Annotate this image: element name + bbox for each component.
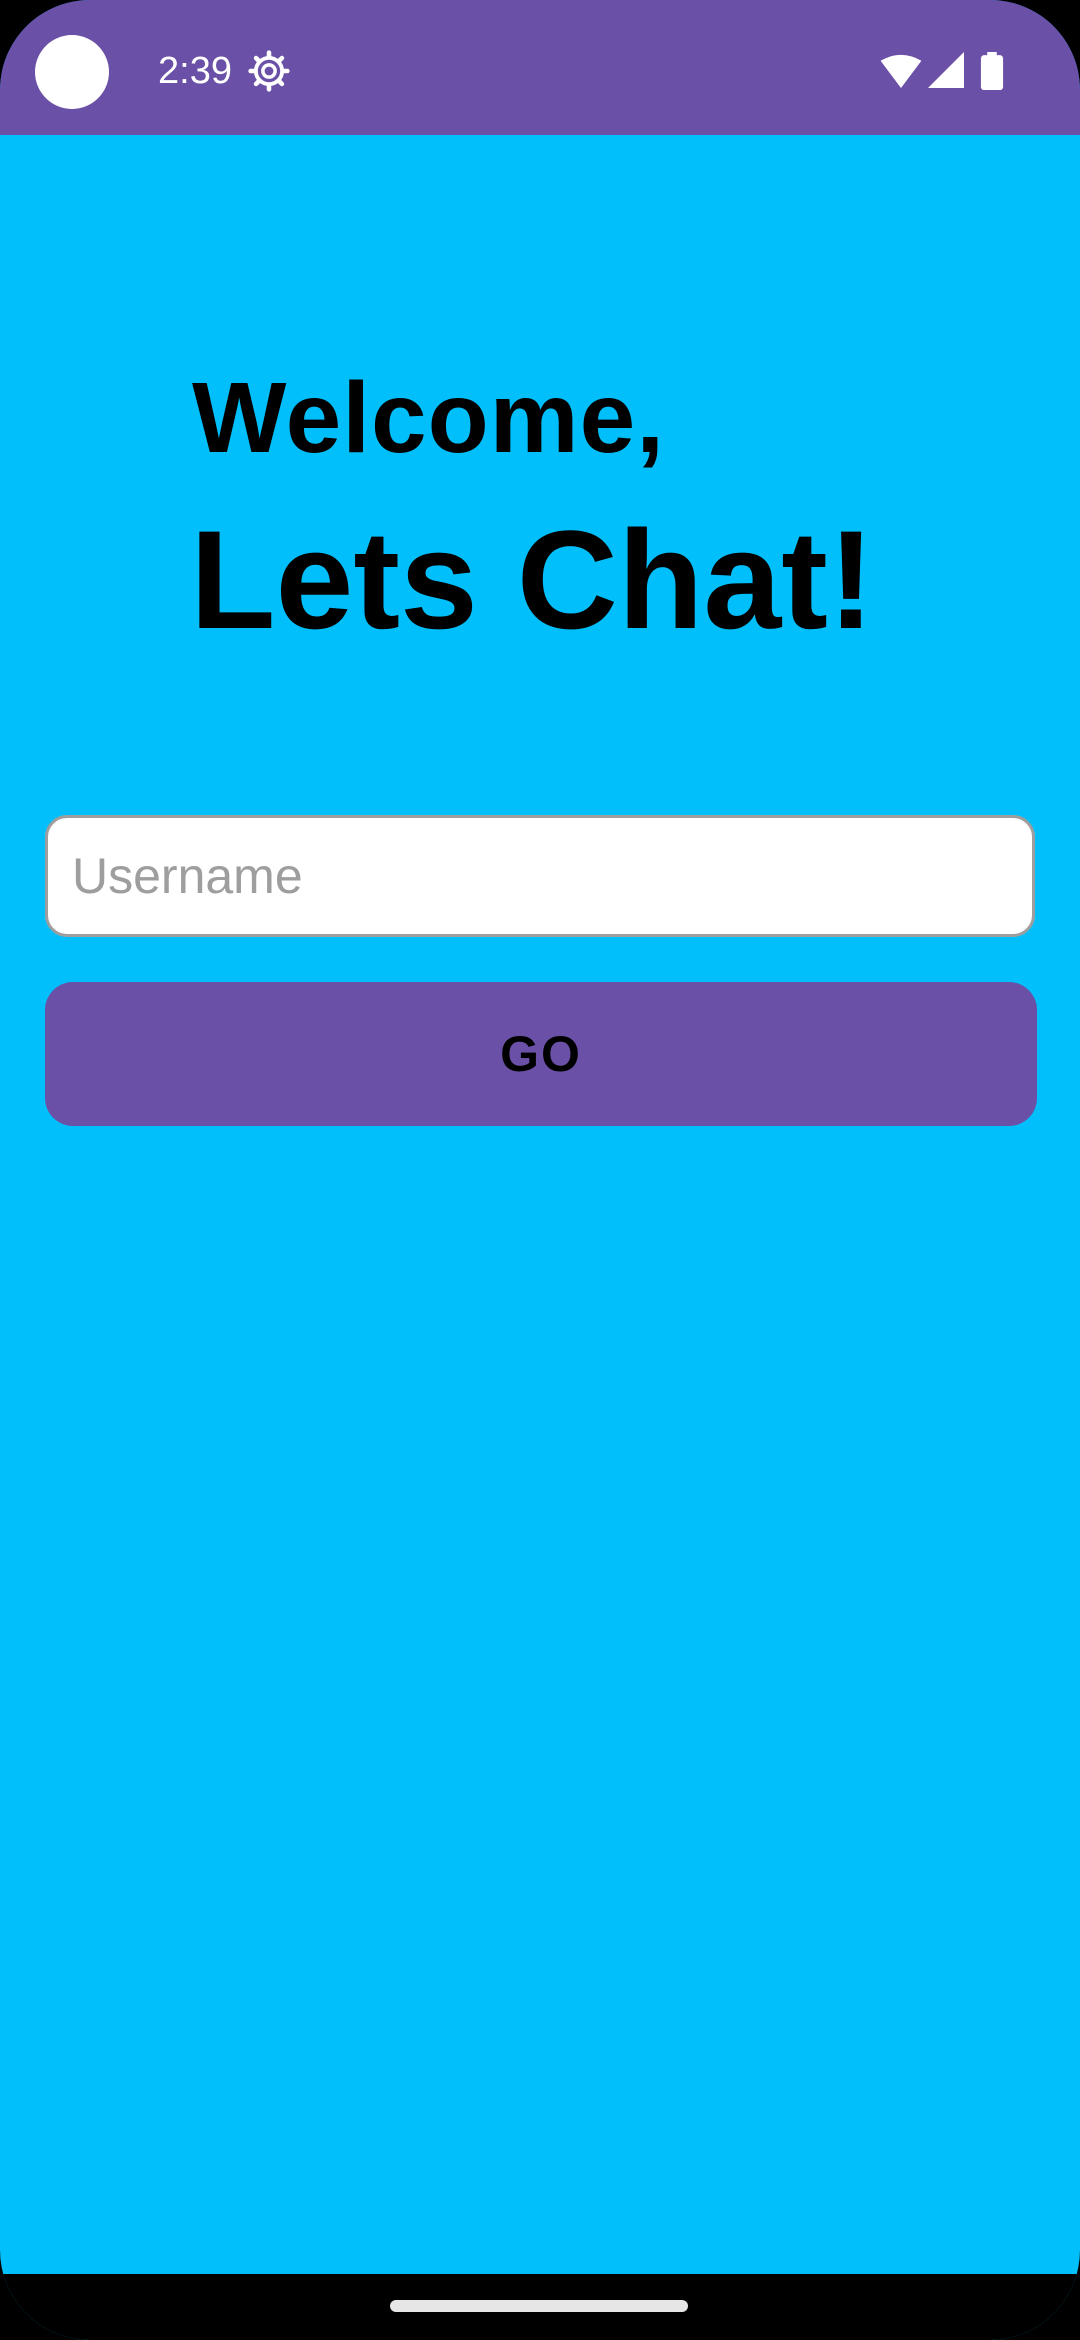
welcome-heading: Welcome, [192,362,665,474]
battery-icon [980,52,1004,90]
status-bar: 2:39 [0,0,1080,135]
gear-icon [248,50,290,92]
app-screen: 2:39 Welcome, Lets Chat! Username GO [0,0,1080,2340]
camera-cutout-icon [35,35,109,109]
go-button[interactable]: GO [45,982,1037,1126]
username-input[interactable] [45,815,1035,937]
home-indicator[interactable] [390,2300,688,2312]
signal-icon [928,52,964,88]
wifi-icon [880,54,922,88]
page-title: Lets Chat! [190,501,875,658]
status-time: 2:39 [158,50,232,92]
